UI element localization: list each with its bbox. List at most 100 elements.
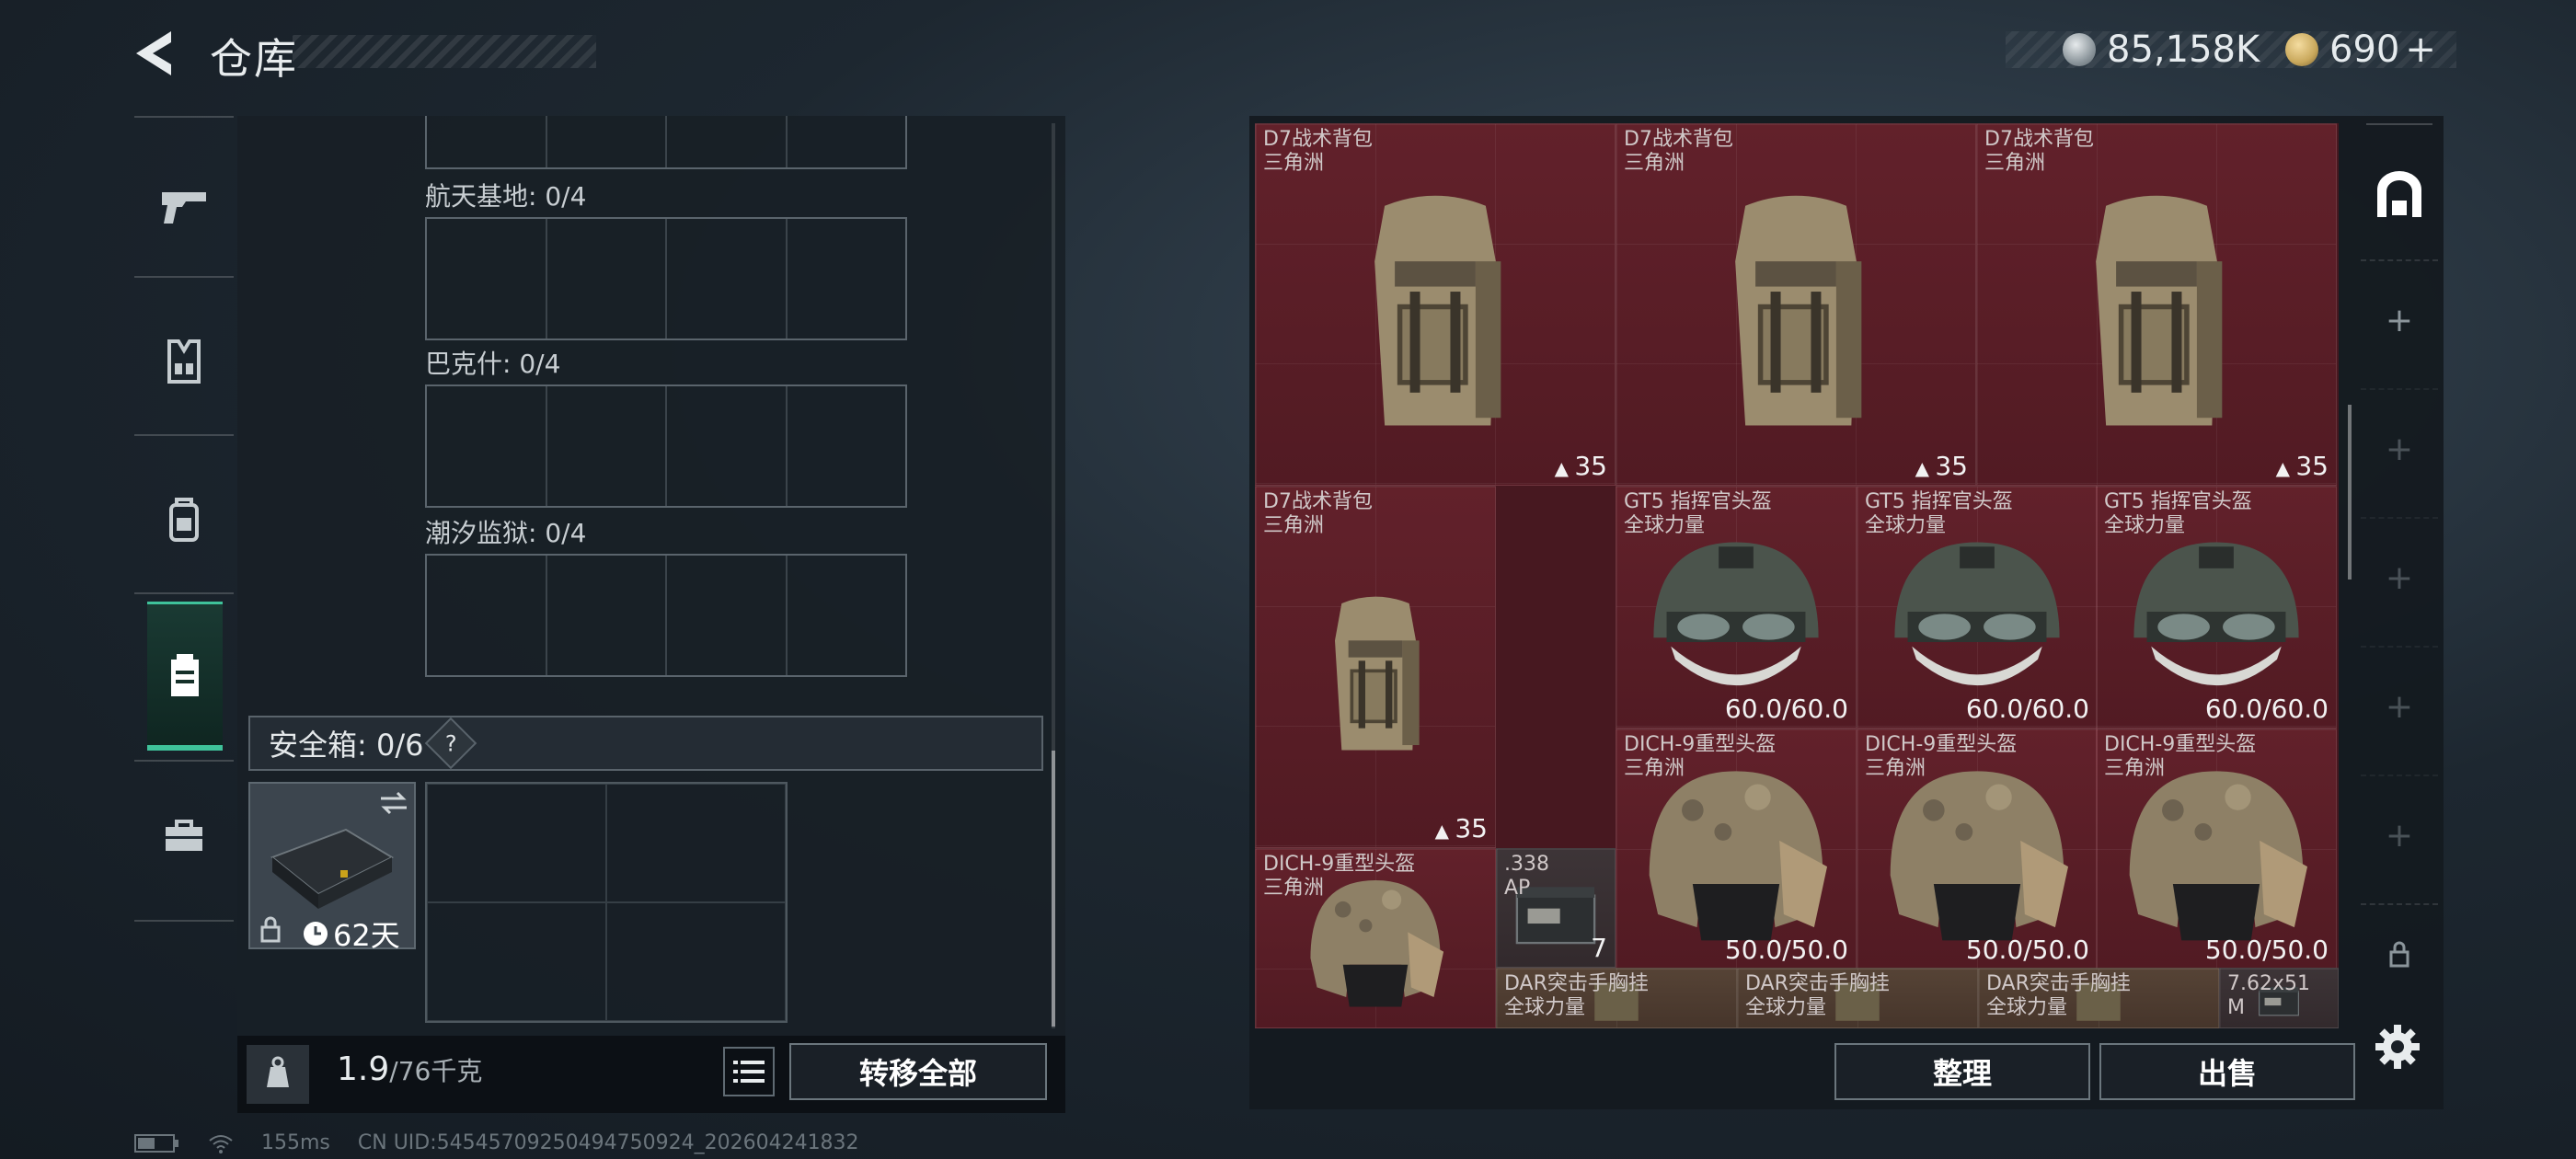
- add-stash-tab[interactable]: +: [2361, 259, 2438, 379]
- plus-icon: +: [2385, 687, 2414, 726]
- item-title: D7战术背包: [1984, 128, 2094, 151]
- stash-item[interactable]: DICH-9重型头盔 三角洲 50.0/50.0: [1857, 729, 2098, 970]
- stash-item[interactable]: GT5 指挥官头盔 全球力量 60.0/60.0: [1616, 486, 1857, 729]
- stash-item[interactable]: DAR突击手胸挂 全球力量: [1496, 968, 1737, 1028]
- plus-icon: +: [2385, 816, 2414, 855]
- lock-icon: [260, 916, 281, 943]
- list-view-button[interactable]: [723, 1047, 775, 1096]
- vest-icon: [167, 339, 201, 384]
- add-stash-tab[interactable]: +: [2361, 517, 2438, 637]
- category-backpacks[interactable]: [134, 451, 234, 589]
- safe-case-icon: [270, 828, 395, 909]
- back-button[interactable]: [129, 28, 184, 79]
- stash-item[interactable]: D7战术背包 三角洲 ▲ 35: [1255, 486, 1496, 848]
- stash-item[interactable]: DICH-9重型头盔 三角洲 50.0/50.0: [2096, 729, 2337, 970]
- stash-item[interactable]: GT5 指挥官头盔 全球力量 60.0/60.0: [1857, 486, 2098, 729]
- stash-item[interactable]: D7战术背包 三角洲 ▲ 35: [1976, 123, 2337, 486]
- item-title: DAR突击手胸挂: [1986, 972, 2131, 995]
- item-source: 全球力量: [1504, 996, 1586, 1019]
- stash-item[interactable]: DICH-9重型头盔 三角洲 50.0/50.0: [1616, 729, 1857, 970]
- region-grid-aerospace[interactable]: [425, 217, 907, 340]
- item-title: DAR突击手胸挂: [1745, 972, 1890, 995]
- item-source: 全球力量: [1986, 996, 2068, 1019]
- help-icon[interactable]: ?: [425, 717, 477, 770]
- wifi-icon: [209, 1134, 233, 1153]
- item-source: 三角洲: [1865, 757, 1926, 780]
- add-stash-tab[interactable]: +: [2361, 388, 2438, 508]
- add-stash-tab[interactable]: +: [2361, 775, 2438, 894]
- backpack-icon: [1374, 195, 1501, 426]
- uid-text: CN UID:54545709250494750924_202604241832: [357, 1131, 859, 1154]
- item-title: DICH-9重型头盔: [2104, 733, 2257, 756]
- swap-icon[interactable]: [377, 789, 410, 817]
- backpack-icon: [1735, 195, 1862, 426]
- item-source: 全球力量: [1624, 514, 1706, 537]
- item-source: 三角洲: [1263, 152, 1325, 175]
- stash-item[interactable]: .338 AP 7: [1496, 848, 1616, 968]
- stash-home-icon: [2377, 171, 2421, 217]
- gold-currency[interactable]: 690 +: [2285, 29, 2436, 71]
- add-stash-tab[interactable]: +: [2361, 646, 2438, 765]
- category-vests[interactable]: [134, 293, 234, 430]
- item-name: DICH-9重型头盔 三角洲: [1624, 733, 1776, 781]
- item-source: 全球力量: [2104, 514, 2186, 537]
- item-quantity-value: 35: [1455, 813, 1488, 843]
- item-quantity-value: 50.0/50.0: [2204, 935, 2329, 965]
- item-durability: 50.0/50.0: [1966, 935, 2089, 965]
- stash-item[interactable]: 7.62x51 M: [2219, 968, 2339, 1028]
- safe-box-item[interactable]: 62天: [248, 782, 416, 953]
- item-name: GT5 指挥官头盔 全球力量: [1624, 490, 1772, 538]
- item-name: D7战术背包 三角洲: [1263, 490, 1373, 538]
- item-title: GT5 指挥官头盔: [2104, 490, 2252, 513]
- sell-button[interactable]: 出售: [2099, 1043, 2355, 1100]
- stash-scrollbar[interactable]: [2348, 405, 2352, 580]
- sort-button[interactable]: 整理: [1834, 1043, 2090, 1100]
- item-durability: 50.0/50.0: [1725, 935, 1848, 965]
- stash-item[interactable]: DAR突击手胸挂 全球力量: [1978, 968, 2219, 1028]
- safe-box-header: 安全箱: 0/6 ?: [248, 716, 1043, 771]
- item-name: GT5 指挥官头盔 全球力量: [1865, 490, 2013, 538]
- item-source: 三角洲: [2104, 757, 2166, 780]
- stash-item[interactable]: DAR突击手胸挂 全球力量: [1737, 968, 1978, 1028]
- settings-button[interactable]: [2372, 1021, 2423, 1073]
- stash-tab-main[interactable]: [2361, 134, 2438, 254]
- capacity-icon: ▲: [1915, 457, 1936, 479]
- category-tools[interactable]: [134, 767, 234, 905]
- stash-item[interactable]: GT5 指挥官头盔 全球力量 60.0/60.0: [2096, 486, 2337, 729]
- gold-currency-add[interactable]: +: [2405, 29, 2436, 71]
- item-name: DICH-9重型头盔 三角洲: [2104, 733, 2256, 781]
- case-icon: [171, 653, 199, 696]
- clock-icon: [304, 922, 328, 946]
- region-grid-tidal-prison[interactable]: [425, 554, 907, 677]
- stash-item[interactable]: D7战术背包 三角洲 ▲ 35: [1255, 123, 1616, 486]
- stash-item[interactable]: D7战术背包 三角洲 ▲ 35: [1616, 123, 1976, 486]
- stash-item[interactable]: DICH-9重型头盔 三角洲: [1255, 848, 1496, 1028]
- item-source: 三角洲: [1624, 757, 1685, 780]
- item-title: 7.62x51: [2227, 972, 2310, 995]
- pistol-icon: [162, 192, 206, 224]
- stash-grid[interactable]: D7战术背包 三角洲 ▲ 35 D7战术背包 三角洲 ▲ 35 D7战术背包 三角洲 ▲ 35 D…: [1255, 123, 2339, 1028]
- category-cases[interactable]: [147, 602, 223, 751]
- region-label: 巴克什: 0/4: [425, 349, 561, 379]
- item-source: 全球力量: [1745, 996, 1827, 1019]
- item-name: DAR突击手胸挂 全球力量: [1986, 972, 2131, 1020]
- left-scroll-thumb[interactable]: [1052, 751, 1055, 1027]
- item-title: D7战术背包: [1263, 490, 1373, 513]
- item-quantity-value: 60.0/60.0: [1965, 694, 2089, 724]
- title-decoration: [293, 35, 596, 68]
- safe-box-slots[interactable]: [425, 782, 788, 1023]
- silver-currency[interactable]: 85,158K: [2063, 29, 2260, 71]
- capacity-icon: ▲: [1554, 457, 1575, 479]
- item-title: D7战术背包: [1624, 128, 1733, 151]
- item-source: 三角洲: [1263, 514, 1325, 537]
- category-weapons[interactable]: [134, 138, 234, 276]
- item-durability: 60.0/60.0: [1725, 694, 1848, 724]
- toolbox-icon: [166, 820, 202, 851]
- item-durability: 60.0/60.0: [2205, 694, 2329, 724]
- region-grid-bakhsh[interactable]: [425, 384, 907, 508]
- transfer-all-button[interactable]: 转移全部: [789, 1043, 1047, 1100]
- region-grid-partial[interactable]: [425, 116, 907, 169]
- item-quantity-value: 50.0/50.0: [1724, 935, 1848, 965]
- item-source: AP: [1504, 877, 1531, 900]
- item-name: DICH-9重型头盔 三角洲: [1865, 733, 2017, 781]
